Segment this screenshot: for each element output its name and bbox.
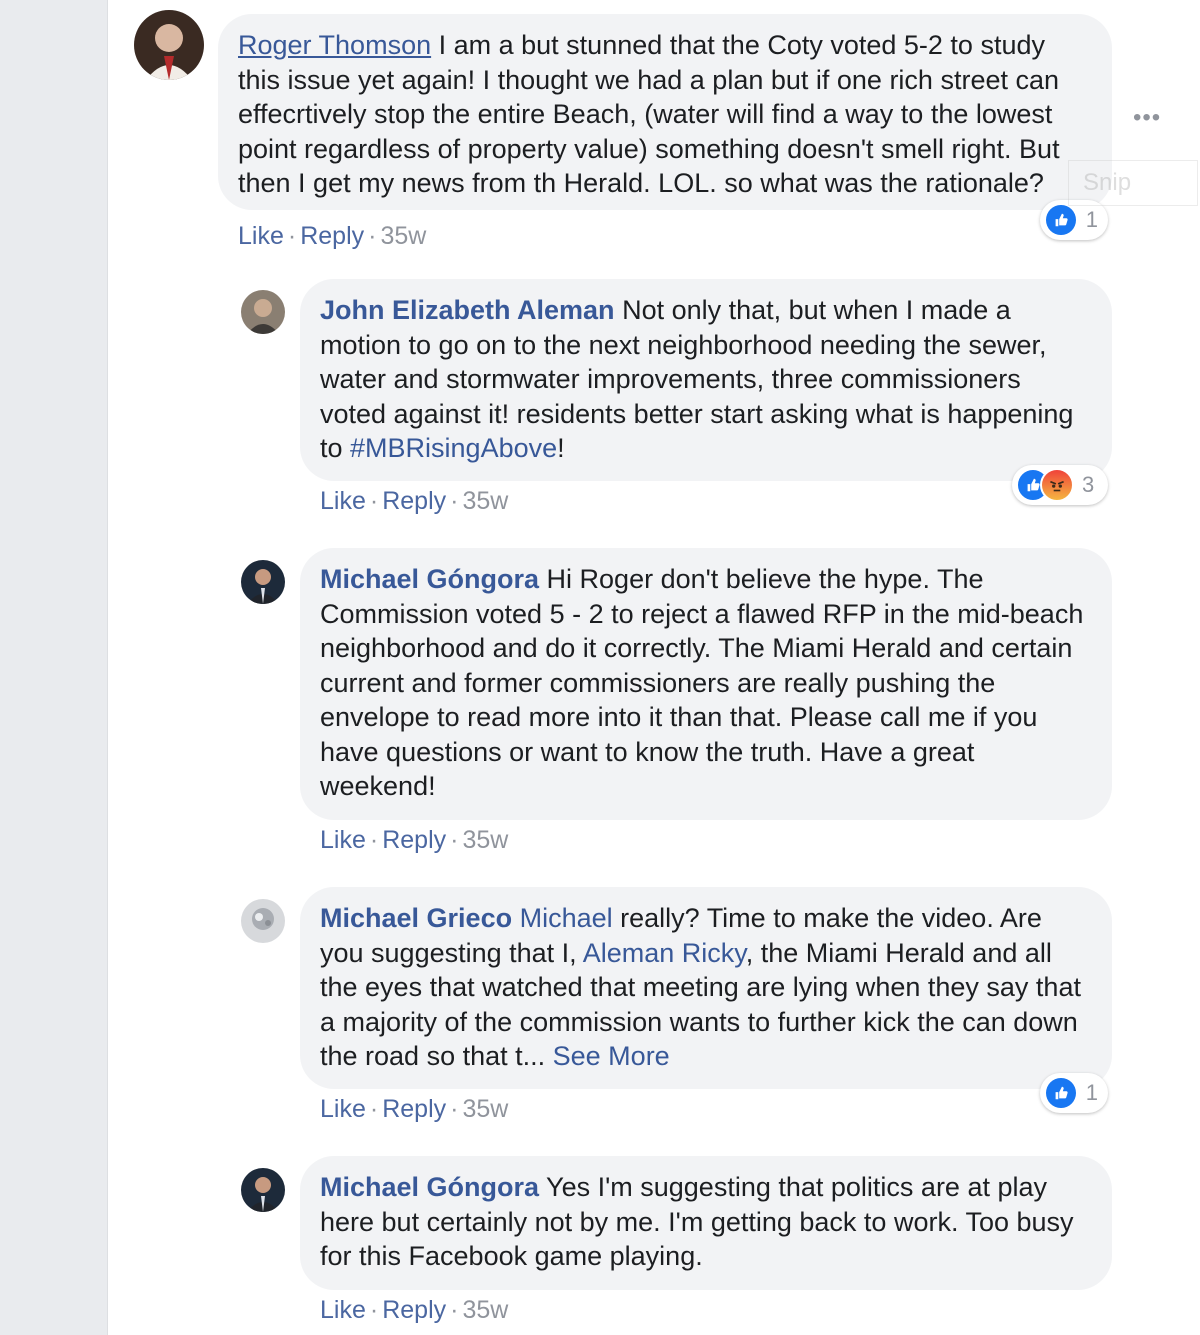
comment-bubble-3: Michael Góngora Hi Roger don't believe t… bbox=[300, 548, 1112, 820]
reply-button[interactable]: Reply bbox=[300, 222, 364, 250]
mention-link[interactable]: Aleman Ricky bbox=[583, 938, 746, 968]
like-button[interactable]: Like bbox=[320, 826, 366, 854]
comment-bubble-4: Michael Grieco Michael really? Time to m… bbox=[300, 887, 1112, 1089]
like-button[interactable]: Like bbox=[320, 487, 366, 515]
snip-overlay: Snip bbox=[1068, 160, 1198, 206]
reaction-summary[interactable]: 3 bbox=[1012, 465, 1108, 505]
comment-bubble-1: Roger Thomson I am a but stunned that th… bbox=[218, 14, 1112, 210]
comment-author-link[interactable]: John Elizabeth Aleman bbox=[320, 295, 615, 325]
comment-bubble-5: Michael Góngora Yes I'm suggesting that … bbox=[300, 1156, 1112, 1290]
comment-actions: Like · Reply · 35w bbox=[320, 1296, 508, 1325]
timestamp[interactable]: 35w bbox=[462, 487, 508, 515]
avatar-michael-gongora[interactable] bbox=[241, 560, 285, 604]
mention-link[interactable]: Michael bbox=[520, 903, 613, 933]
like-button[interactable]: Like bbox=[320, 1095, 366, 1123]
avatar-michael-gongora[interactable] bbox=[241, 1168, 285, 1212]
avatar-roger-thomson[interactable] bbox=[134, 10, 204, 80]
comment-text: Hi Roger don't believe the hype. The Com… bbox=[320, 564, 1084, 801]
comment-author-link[interactable]: Michael Góngora bbox=[320, 1172, 539, 1202]
like-reaction-icon bbox=[1044, 203, 1078, 237]
timestamp[interactable]: 35w bbox=[462, 1296, 508, 1324]
reply-button[interactable]: Reply bbox=[382, 826, 446, 854]
separator: · bbox=[450, 1095, 459, 1123]
reply-button[interactable]: Reply bbox=[382, 1095, 446, 1123]
like-button[interactable]: Like bbox=[320, 1296, 366, 1324]
see-more-link[interactable]: See More bbox=[553, 1041, 670, 1071]
separator: · bbox=[287, 222, 297, 250]
separator: · bbox=[369, 487, 379, 515]
reaction-count: 1 bbox=[1085, 207, 1098, 232]
comment-actions: Like · Reply · 35w bbox=[238, 222, 426, 251]
separator: · bbox=[450, 826, 459, 854]
separator: · bbox=[369, 1296, 379, 1324]
more-options-icon[interactable]: ••• bbox=[1133, 104, 1161, 132]
reaction-summary[interactable]: 1 bbox=[1040, 1073, 1108, 1113]
comment-author-link[interactable]: Roger Thomson bbox=[238, 30, 431, 60]
timestamp[interactable]: 35w bbox=[380, 222, 426, 250]
like-button[interactable]: Like bbox=[238, 222, 284, 250]
avatar-john-elizabeth-aleman[interactable] bbox=[241, 290, 285, 334]
comment-bubble-2: John Elizabeth Aleman Not only that, but… bbox=[300, 279, 1112, 481]
like-reaction-icon bbox=[1044, 1076, 1078, 1110]
comment-author-link[interactable]: Michael Grieco bbox=[320, 903, 512, 933]
angry-reaction-icon bbox=[1040, 468, 1074, 502]
comment-actions: Like · Reply · 35w bbox=[320, 487, 508, 516]
avatar-michael-grieco[interactable] bbox=[241, 899, 285, 943]
separator: · bbox=[450, 1296, 459, 1324]
reaction-count: 1 bbox=[1085, 1080, 1098, 1105]
hashtag-link[interactable]: #MBRisingAbove bbox=[350, 433, 557, 463]
timestamp[interactable]: 35w bbox=[462, 826, 508, 854]
comment-text-end: ! bbox=[557, 433, 565, 463]
reaction-summary[interactable]: 1 bbox=[1040, 200, 1108, 240]
reply-button[interactable]: Reply bbox=[382, 487, 446, 515]
comment-actions: Like · Reply · 35w bbox=[320, 826, 508, 855]
separator: · bbox=[369, 1095, 379, 1123]
separator: · bbox=[368, 222, 377, 250]
separator: · bbox=[450, 487, 459, 515]
comment-author-link[interactable]: Michael Góngora bbox=[320, 564, 539, 594]
reply-button[interactable]: Reply bbox=[382, 1296, 446, 1324]
left-gutter bbox=[0, 0, 108, 1335]
separator: · bbox=[369, 826, 379, 854]
comment-actions: Like · Reply · 35w bbox=[320, 1095, 508, 1124]
reaction-count: 3 bbox=[1082, 472, 1095, 497]
timestamp[interactable]: 35w bbox=[462, 1095, 508, 1123]
